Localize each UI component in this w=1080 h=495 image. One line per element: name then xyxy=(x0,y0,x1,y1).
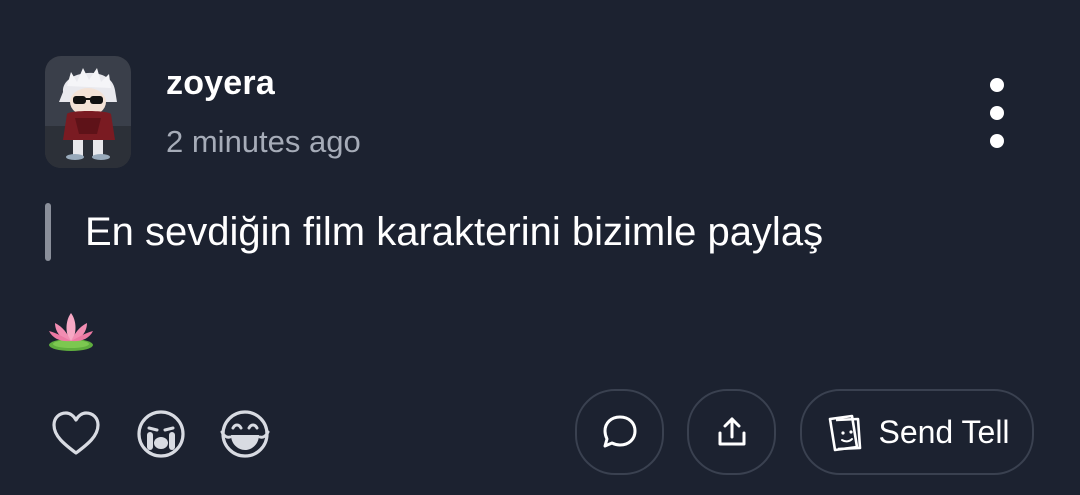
lotus-emoji-icon xyxy=(45,307,97,353)
send-tell-label: Send Tell xyxy=(878,413,1010,450)
laughing-face-icon[interactable] xyxy=(219,408,271,460)
more-vertical-icon[interactable] xyxy=(975,78,1019,148)
username[interactable]: zoyera xyxy=(166,64,275,103)
comment-button[interactable] xyxy=(575,389,664,475)
dot xyxy=(990,106,1004,120)
comment-icon xyxy=(603,415,636,448)
avatar-image xyxy=(45,56,131,168)
avatar[interactable] xyxy=(45,56,131,168)
share-button[interactable] xyxy=(687,389,776,475)
post-card: zoyera 2 minutes ago En sevdiğin film ka… xyxy=(0,0,1080,495)
quote-bar xyxy=(45,203,51,261)
tell-card-icon xyxy=(829,414,862,452)
send-tell-button[interactable]: Send Tell xyxy=(800,389,1034,475)
crying-face-icon[interactable] xyxy=(135,408,187,460)
timestamp: 2 minutes ago xyxy=(166,124,361,159)
dot xyxy=(990,134,1004,148)
share-icon xyxy=(718,417,745,446)
dot xyxy=(990,78,1004,92)
post-text: En sevdiğin film karakterini bizimle pay… xyxy=(85,210,824,254)
heart-icon[interactable] xyxy=(50,408,102,460)
